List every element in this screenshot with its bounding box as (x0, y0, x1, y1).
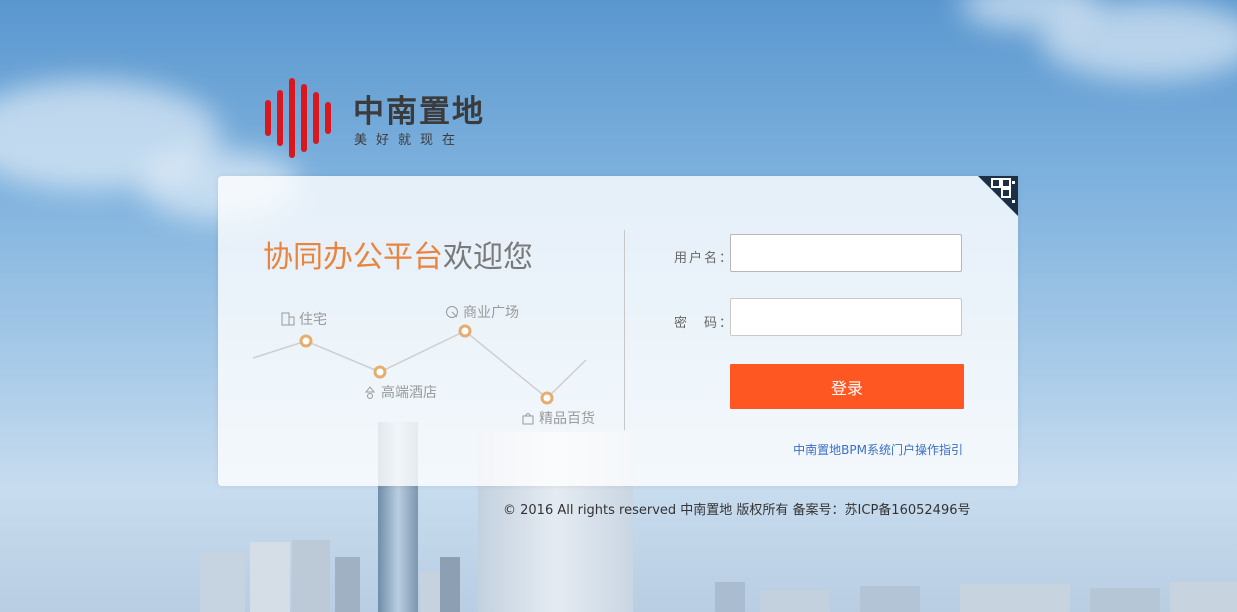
graph-label-retail: 精品百货 (521, 408, 595, 428)
welcome-rest: 欢迎您 (443, 240, 533, 275)
password-input[interactable] (730, 298, 962, 336)
panel-divider (624, 230, 625, 430)
brand-logo: 中南置地 美好就现在 (265, 78, 495, 158)
login-panel: 协同办公平台欢迎您 住宅 高端酒店 商业广场 精品百货 用户名： 密 码： 登录… (218, 176, 1018, 486)
graph-label-hotel: 高端酒店 (363, 382, 437, 402)
graph-label-commercial: 商业广场 (445, 302, 519, 322)
username-label: 用户名： (674, 251, 735, 266)
qr-code-icon[interactable] (978, 176, 1018, 216)
footer-copyright: © 2016 All rights reserved 中南置地 版权所有 备案号… (503, 503, 971, 518)
graph-label-residential: 住宅 (281, 309, 327, 329)
login-button[interactable]: 登录 (730, 364, 964, 409)
brand-name: 中南置地 (353, 94, 485, 130)
shopping-bag-icon (522, 413, 534, 425)
bpm-guide-link[interactable]: 中南置地BPM系统门户操作指引 (793, 441, 963, 458)
welcome-highlight: 协同办公平台 (263, 240, 443, 275)
plaza-icon (446, 306, 458, 318)
username-input[interactable] (730, 234, 962, 272)
building-icon (281, 312, 295, 326)
logo-bars-icon (265, 78, 331, 158)
welcome-title: 协同办公平台欢迎您 (263, 232, 533, 276)
hotel-icon (364, 386, 376, 399)
password-label: 密 码： (674, 316, 735, 331)
brand-slogan: 美好就现在 (354, 133, 465, 148)
